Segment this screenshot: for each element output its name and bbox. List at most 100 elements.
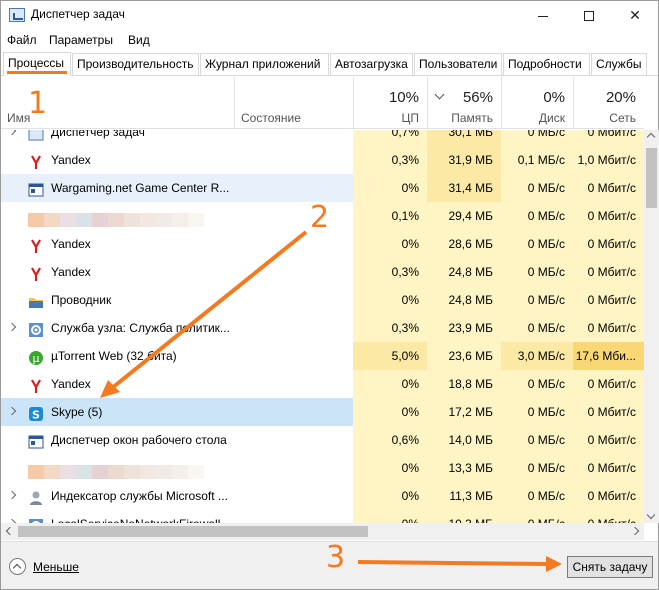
- process-net-value: 0 Мбит/с: [573, 230, 644, 258]
- process-row[interactable]: Диспетчер окон рабочего стола 0,6% 14,0 МБ…: [1, 426, 644, 454]
- process-row[interactable]: µ µTorrent Web (32 бита) 5,0% 23,6 МБ 3,0 МБ…: [1, 342, 644, 370]
- end-task-button[interactable]: Снять задачу: [567, 556, 653, 578]
- horizontal-scroll-thumb[interactable]: [18, 526, 368, 537]
- process-name: Yandex: [51, 153, 91, 167]
- chevron-right-icon[interactable]: [7, 406, 17, 416]
- column-network[interactable]: 20% Сеть: [573, 77, 644, 129]
- process-name-cell[interactable]: Проводник: [1, 286, 353, 314]
- horizontal-scrollbar[interactable]: [1, 523, 644, 540]
- process-net-value: 0 Мбит/с: [573, 482, 644, 510]
- process-net-value: 0 Мбит/с: [573, 314, 644, 342]
- column-disk[interactable]: 0% Диск: [501, 77, 573, 129]
- menu-bar: Файл Параметры Вид: [1, 30, 658, 50]
- maximize-button[interactable]: [566, 1, 612, 29]
- process-name-cell[interactable]: [1, 454, 353, 482]
- scroll-up-icon[interactable]: [646, 132, 656, 142]
- process-name-cell[interactable]: Служба узла: Служба политик...: [1, 314, 353, 342]
- process-row[interactable]: Yandex 0,3% 31,9 МБ 0,1 МБ/с 1,0 Мбит/с: [1, 146, 644, 174]
- process-mem-value: 28,6 МБ: [427, 230, 501, 258]
- process-name-cell[interactable]: LocalServiceNoNetworkFirewall ...: [1, 510, 353, 523]
- process-row[interactable]: Wargaming.net Game Center R... 0% 31,4 МБ 0…: [1, 174, 644, 202]
- network-total: 20%: [605, 89, 636, 106]
- process-net-value: 0 Мбит/с: [573, 454, 644, 482]
- process-cpu-value: 0%: [353, 230, 427, 258]
- tab-details[interactable]: Подробности: [503, 53, 590, 75]
- process-name-cell[interactable]: Диспетчер задач: [1, 130, 353, 146]
- vertical-scrollbar[interactable]: [644, 130, 659, 523]
- process-name-cell[interactable]: µ µTorrent Web (32 бита): [1, 342, 353, 370]
- process-row[interactable]: Диспетчер задач 0,7% 30,1 МБ 0 МБ/с 0 Мбит/с: [1, 130, 644, 146]
- column-memory[interactable]: 56% Память: [427, 77, 501, 129]
- process-mem-value: 31,9 МБ: [427, 146, 501, 174]
- yandex-icon: [28, 264, 44, 281]
- process-name-cell[interactable]: Yandex: [1, 230, 353, 258]
- menu-view[interactable]: Вид: [128, 33, 150, 47]
- scroll-down-icon[interactable]: [646, 510, 656, 520]
- process-name: Yandex: [51, 377, 91, 391]
- process-row[interactable]: 0% 13,3 МБ 0 МБ/с 0 Мбит/с: [1, 454, 644, 482]
- process-row[interactable]: Индексатор службы Microsoft ... 0% 11,3 МБ…: [1, 482, 644, 510]
- tab-services[interactable]: Службы: [591, 53, 647, 75]
- collapse-icon[interactable]: [9, 558, 26, 575]
- process-net-value: 0 Мбит/с: [573, 174, 644, 202]
- process-name-cell[interactable]: Yandex: [1, 370, 353, 398]
- process-disk-value: 0 МБ/с: [501, 286, 573, 314]
- menu-file[interactable]: Файл: [7, 33, 37, 47]
- menu-options[interactable]: Параметры: [49, 33, 113, 47]
- scroll-left-icon[interactable]: [5, 526, 15, 536]
- process-mem-value: 17,2 МБ: [427, 398, 501, 426]
- process-disk-value: 0 МБ/с: [501, 130, 573, 146]
- process-name: Skype (5): [51, 405, 103, 419]
- close-button[interactable]: ✕: [612, 1, 658, 29]
- column-cpu[interactable]: 10% ЦП: [353, 77, 427, 129]
- minimize-icon: [538, 15, 548, 17]
- process-mem-value: 11,3 МБ: [427, 482, 501, 510]
- process-row[interactable]: Yandex 0,3% 24,8 МБ 0 МБ/с 0 Мбит/с: [1, 258, 644, 286]
- tab-startup[interactable]: Автозагрузка: [330, 53, 413, 75]
- scroll-right-icon[interactable]: [630, 526, 640, 536]
- process-name-cell[interactable]: Yandex: [1, 258, 353, 286]
- process-disk-value: 0 МБ/с: [501, 174, 573, 202]
- process-row[interactable]: Yandex 0% 18,8 МБ 0 МБ/с 0 Мбит/с: [1, 370, 644, 398]
- cpu-label: ЦП: [401, 111, 419, 125]
- process-cpu-value: 0%: [353, 370, 427, 398]
- tab-performance[interactable]: Производительность: [72, 53, 199, 75]
- minimize-button[interactable]: [520, 1, 566, 29]
- process-row[interactable]: LocalServiceNoNetworkFirewall ... 0%10,3 …: [1, 510, 644, 523]
- process-disk-value: 0 МБ/с: [501, 314, 573, 342]
- process-name-cell[interactable]: S Skype (5): [1, 398, 353, 426]
- process-row[interactable]: Служба узла: Служба политик... 0,3% 23,9 М…: [1, 314, 644, 342]
- maximize-icon: [584, 11, 594, 22]
- process-row[interactable]: S Skype (5) 0% 17,2 МБ 0 МБ/с 0 Мбит/с: [1, 398, 644, 426]
- tab-users[interactable]: Пользователи: [414, 53, 502, 75]
- process-name-cell[interactable]: Wargaming.net Game Center R...: [1, 174, 353, 202]
- gear-icon: [28, 320, 44, 337]
- column-status-cell[interactable]: Состояние: [234, 77, 354, 129]
- chevron-right-icon[interactable]: [7, 490, 17, 500]
- skype-icon: S: [28, 404, 44, 422]
- process-name-cell[interactable]: Индексатор службы Microsoft ...: [1, 482, 353, 510]
- process-mem-value: 30,1 МБ: [427, 130, 501, 146]
- process-cpu-value: 0%: [353, 482, 427, 510]
- memory-total: 56%: [462, 89, 493, 106]
- process-list: Диспетчер задач 0,7% 30,1 МБ 0 МБ/с 0 Мбит/с…: [1, 130, 644, 523]
- process-name-cell[interactable]: Yandex: [1, 146, 353, 174]
- process-name: µTorrent Web (32 бита): [51, 349, 177, 363]
- process-name-cell[interactable]: Диспетчер окон рабочего стола: [1, 426, 353, 454]
- vertical-scroll-thumb[interactable]: [646, 148, 657, 208]
- process-cpu-value: 0,3%: [353, 258, 427, 286]
- process-mem-value: 24,8 МБ: [427, 258, 501, 286]
- column-name[interactable]: Имя: [7, 111, 30, 125]
- chevron-right-icon[interactable]: [7, 322, 17, 332]
- process-disk-value: 0,1 МБ/с: [501, 146, 573, 174]
- process-cpu-value: 5,0%: [353, 342, 427, 370]
- yandex-icon: [28, 376, 44, 393]
- process-name: Индексатор службы Microsoft ...: [51, 489, 228, 503]
- process-mem-value: 23,6 МБ: [427, 342, 501, 370]
- chevron-right-icon[interactable]: [7, 130, 17, 136]
- process-row[interactable]: Проводник 0% 24,8 МБ 0 МБ/с 0 Мбит/с: [1, 286, 644, 314]
- process-name: Yandex: [51, 237, 91, 251]
- tab-app-history[interactable]: Журнал приложений: [200, 53, 329, 75]
- process-name-cell[interactable]: [1, 202, 353, 230]
- fewer-details-link[interactable]: Меньше: [33, 560, 79, 574]
